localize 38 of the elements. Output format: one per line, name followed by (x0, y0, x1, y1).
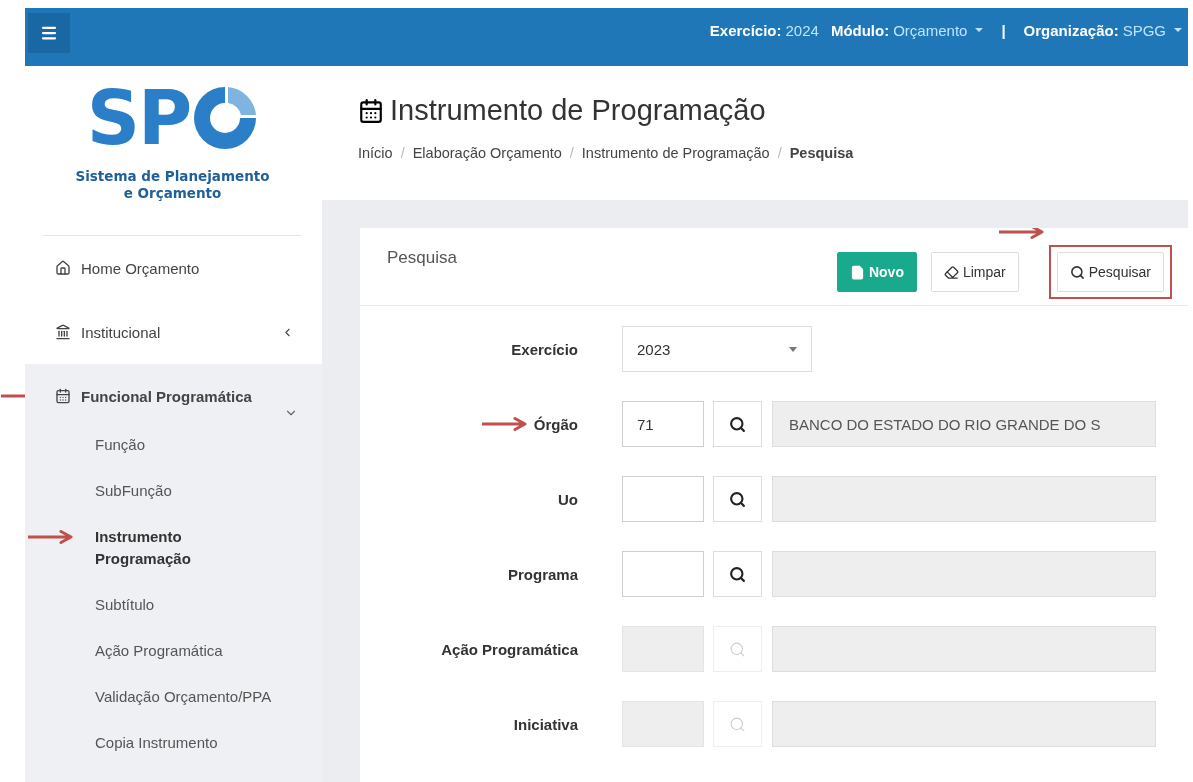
menu-label: Home Orçamento (81, 259, 200, 277)
context-value: 2024 (785, 21, 819, 39)
field-label: Exercício (511, 340, 578, 358)
field-label: Programa (507, 565, 578, 583)
field-label: Ação Programática (441, 640, 578, 658)
field-label: Iniciativa (513, 715, 578, 733)
menu-label: Funcional Programática (81, 387, 252, 405)
search-button[interactable]: Pesquisar (1056, 252, 1164, 292)
context-value[interactable]: SPGG (1122, 21, 1166, 39)
context-value[interactable]: Orçamento (893, 21, 968, 39)
code-field[interactable]: 71 (622, 401, 704, 447)
select-field[interactable]: 2023 (622, 326, 812, 372)
logo-subtitle: Sistema de Planejamento e Orçamento (75, 168, 270, 202)
breadcrumb-divider: / (400, 145, 405, 161)
submenu-item[interactable]: Validação Orçamento/PPA (25, 674, 322, 720)
description-field: BANCO DO ESTADO DO RIO GRANDE DO S (772, 401, 1156, 447)
page-title: Instrumento de Programação (390, 94, 766, 127)
logo-mark: SP (86, 81, 191, 155)
separator: | (1001, 21, 1006, 39)
clear-button[interactable]: Limpar (930, 252, 1019, 292)
submenu-item[interactable]: Copia Instrumento (25, 720, 322, 766)
breadcrumb-divider: / (569, 145, 574, 161)
submenu-item[interactable]: SubFunção (25, 468, 322, 514)
submenu-item[interactable]: Ação Programática (25, 628, 322, 674)
breadcrumb-divider: / (777, 145, 782, 161)
context-label: Exercício: (709, 21, 782, 39)
breadcrumb-link[interactable]: Início (358, 145, 393, 161)
field-label: Uo (558, 490, 578, 508)
submenu-item[interactable]: Subtítulo (25, 582, 322, 628)
panel-heading: Pesquisa (387, 248, 457, 268)
breadcrumb-link[interactable]: Instrumento de Programação (581, 145, 770, 161)
menu-label: Institucional (81, 323, 161, 341)
breadcrumb-link[interactable]: Pesquisa (789, 145, 854, 161)
context-label: Organização: (1023, 21, 1119, 39)
breadcrumb-link[interactable]: Elaboração Orçamento (412, 145, 562, 161)
submenu-item[interactable]: Instrumento Programação (25, 514, 322, 582)
context-label: Módulo: (830, 21, 890, 39)
field-label: Órgão (533, 415, 578, 433)
